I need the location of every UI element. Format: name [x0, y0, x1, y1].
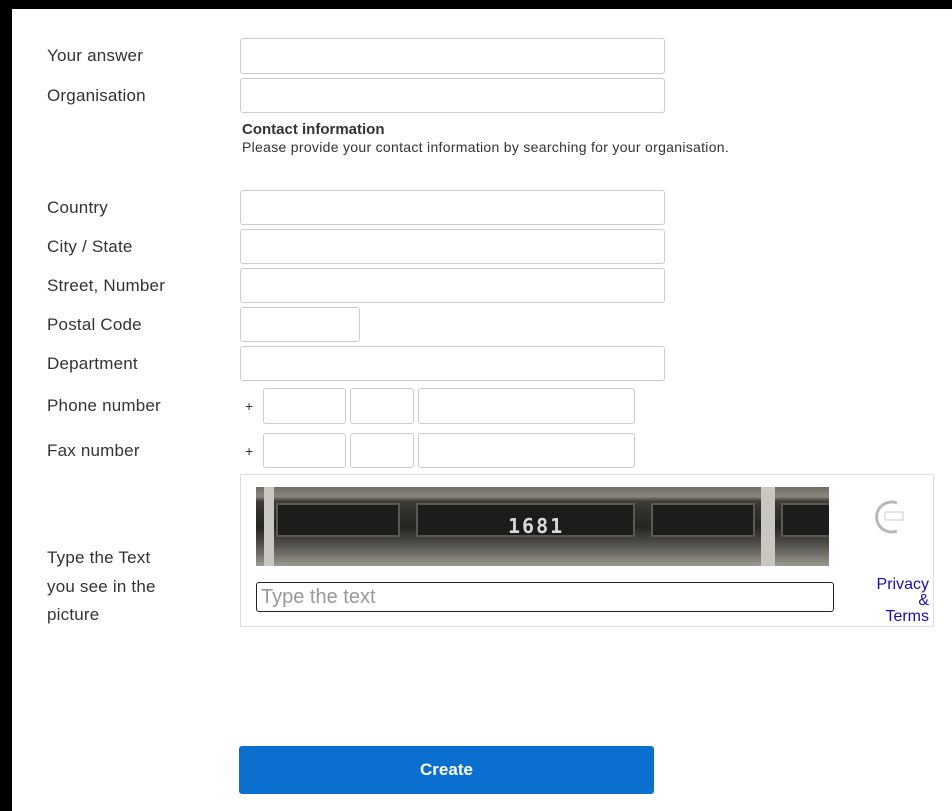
captcha-widget: 1681 Privacy & Terms — [240, 474, 934, 627]
postal-code-label: Postal Code — [47, 315, 142, 334]
answer-input[interactable] — [240, 38, 665, 74]
captcha-label-line2: you see in the — [47, 577, 156, 596]
captcha-label-line3: picture — [47, 605, 100, 624]
fax-area-code-input[interactable] — [350, 433, 414, 468]
phone-label: Phone number — [47, 396, 161, 415]
phone-area-code-input[interactable] — [350, 388, 414, 424]
department-input[interactable] — [240, 346, 665, 381]
street-label: Street, Number — [47, 276, 166, 295]
fax-label: Fax number — [47, 441, 140, 460]
captcha-label-line1: Type the Text — [47, 548, 151, 567]
country-label: Country — [47, 198, 108, 217]
fax-country-code-input[interactable] — [263, 433, 346, 468]
postal-code-input[interactable] — [240, 307, 360, 342]
phone-number-input[interactable] — [418, 388, 635, 424]
captcha-image-detail — [761, 487, 775, 566]
privacy-terms-link[interactable]: Privacy & Terms — [849, 577, 929, 625]
answer-label: Your answer — [47, 46, 144, 65]
captcha-input[interactable] — [256, 582, 834, 612]
privacy-link-line1: Privacy — [876, 576, 929, 593]
city-input[interactable] — [240, 229, 665, 264]
phone-plus-prefix: + — [245, 398, 254, 414]
captcha-image-detail — [276, 503, 400, 537]
captcha-image-text: 1681 — [508, 514, 565, 538]
privacy-link-line3: Terms — [885, 608, 929, 625]
captcha-image-detail — [264, 487, 274, 566]
city-label: City / State — [47, 237, 133, 256]
captcha-image: 1681 — [256, 487, 829, 566]
create-button[interactable]: Create — [239, 746, 654, 794]
form-page: Your answer Organisation Contact informa… — [12, 9, 952, 811]
organisation-input[interactable] — [240, 78, 665, 113]
captcha-image-detail — [651, 503, 755, 537]
recaptcha-logo-icon — [875, 500, 904, 534]
privacy-link-line2: & — [918, 592, 929, 609]
organisation-label: Organisation — [47, 86, 146, 105]
contact-info-description: Please provide your contact information … — [242, 139, 730, 155]
fax-plus-prefix: + — [245, 443, 254, 459]
contact-info-title: Contact information — [242, 121, 385, 138]
phone-country-code-input[interactable] — [263, 388, 346, 424]
department-label: Department — [47, 354, 138, 373]
captcha-image-detail — [781, 503, 829, 537]
street-input[interactable] — [240, 268, 665, 303]
country-input[interactable] — [240, 190, 665, 225]
fax-number-input[interactable] — [418, 433, 635, 468]
